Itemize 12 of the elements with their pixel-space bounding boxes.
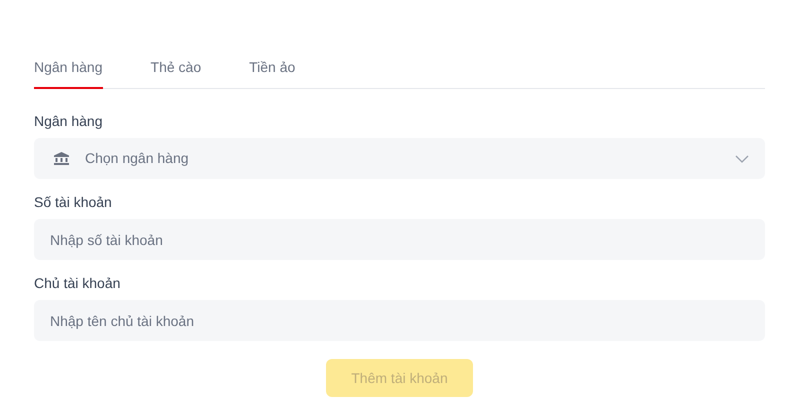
- bank-select[interactable]: Chọn ngân hàng: [34, 138, 765, 179]
- input-field[interactable]: Nhập tên chủ tài khoản: [34, 300, 765, 341]
- field-label: Số tài khoản: [34, 193, 113, 211]
- field-label: Chủ tài khoản: [34, 274, 122, 292]
- select-placeholder: Chọn ngân hàng: [85, 149, 190, 168]
- input-field[interactable]: Nhập số tài khoản: [34, 219, 765, 260]
- tab[interactable]: Thẻ cào: [150, 56, 202, 89]
- chevron-down-icon: [735, 154, 749, 162]
- tab[interactable]: Ngân hàng: [34, 56, 103, 89]
- bank-icon: [54, 152, 69, 165]
- tab[interactable]: Tiền ảo: [249, 56, 296, 89]
- field-label: Ngân hàng: [34, 112, 104, 130]
